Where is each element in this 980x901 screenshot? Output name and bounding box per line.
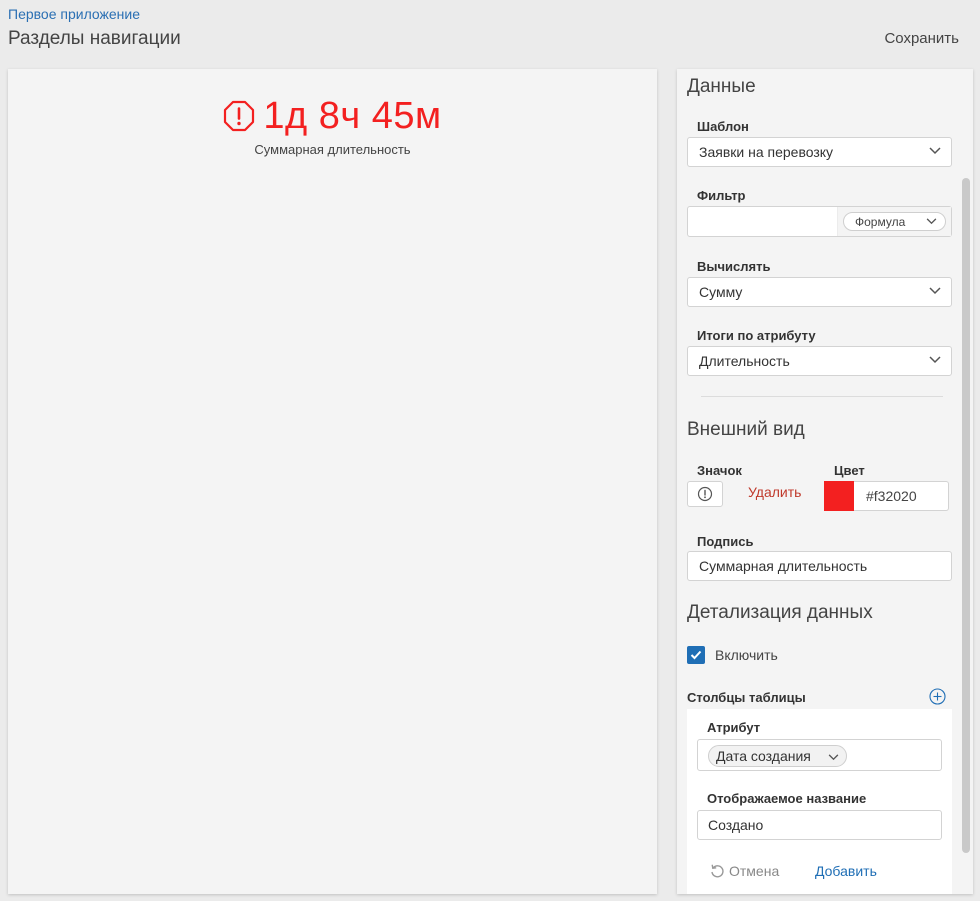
group-by-label: Итоги по атрибуту xyxy=(697,328,816,343)
filter-mode-area: Формула xyxy=(837,207,951,236)
attribute-select[interactable]: Дата создания xyxy=(697,739,942,771)
icon-picker-button[interactable] xyxy=(687,481,723,507)
color-swatch[interactable] xyxy=(824,481,854,511)
chevron-down-icon xyxy=(929,147,941,155)
section-title-drilldown: Детализация данных xyxy=(687,602,873,623)
group-by-select[interactable]: Длительность xyxy=(687,346,952,376)
display-name-label: Отображаемое название xyxy=(707,791,867,806)
panel-scrollbar[interactable] xyxy=(962,178,970,853)
caption-value: Суммарная длительность xyxy=(699,558,868,574)
page-title: Разделы навигации xyxy=(8,28,181,49)
exclamation-circle-icon xyxy=(697,486,713,502)
divider xyxy=(701,396,943,397)
attribute-label: Атрибут xyxy=(707,720,761,735)
cancel-button[interactable]: Отмена xyxy=(709,863,779,879)
attribute-value: Дата создания xyxy=(716,748,811,764)
icon-label: Значок xyxy=(697,463,742,478)
attribute-tag[interactable]: Дата создания xyxy=(708,745,847,767)
kpi-caption: Суммарная длительность xyxy=(254,142,411,157)
display-name-input[interactable]: Создано xyxy=(697,810,942,840)
add-column-button[interactable]: Добавить xyxy=(815,863,877,879)
settings-panel: Данные Шаблон Заявки на перевозку Фильтр… xyxy=(677,69,973,894)
section-title-data: Данные xyxy=(687,76,756,97)
section-title-appearance: Внешний вид xyxy=(687,419,805,440)
display-name-value: Создано xyxy=(708,817,764,833)
delete-icon-link[interactable]: Удалить xyxy=(748,484,801,500)
exclamation-octagon-icon xyxy=(224,100,255,132)
table-columns-label: Столбцы таблицы xyxy=(687,690,806,705)
enable-drilldown-label: Включить xyxy=(715,647,778,663)
template-label: Шаблон xyxy=(697,119,749,134)
template-select[interactable]: Заявки на перевозку xyxy=(687,137,952,167)
chevron-down-icon xyxy=(828,754,839,761)
check-icon xyxy=(690,650,702,660)
caption-label: Подпись xyxy=(697,534,754,549)
add-circle-icon[interactable] xyxy=(929,688,946,705)
widget-preview: 1д 8ч 45м Суммарная длительность xyxy=(8,69,657,894)
enable-drilldown-checkbox[interactable] xyxy=(687,646,705,664)
cancel-label: Отмена xyxy=(729,863,780,879)
color-value: #f32020 xyxy=(866,488,917,504)
filter-mode-value: Формула xyxy=(855,214,906,229)
kpi-display: 1д 8ч 45м xyxy=(8,95,657,137)
kpi-value: 1д 8ч 45м xyxy=(263,95,442,137)
save-button[interactable]: Сохранить xyxy=(884,30,959,47)
chevron-down-icon xyxy=(929,287,941,295)
filter-mode-select[interactable]: Формула xyxy=(843,212,946,231)
undo-icon xyxy=(711,864,724,878)
breadcrumb[interactable]: Первое приложение xyxy=(8,6,140,22)
chevron-down-icon xyxy=(926,218,937,225)
column-form: Атрибут Дата создания Отображаемое назва… xyxy=(687,709,952,894)
group-by-value: Длительность xyxy=(699,353,790,369)
compute-label: Вычислять xyxy=(697,259,771,274)
caption-input[interactable]: Суммарная длительность xyxy=(687,551,952,581)
filter-label: Фильтр xyxy=(697,188,746,203)
chevron-down-icon xyxy=(929,356,941,364)
filter-input[interactable]: Формула xyxy=(687,206,952,237)
color-input[interactable]: #f32020 xyxy=(854,481,949,511)
template-value: Заявки на перевозку xyxy=(699,144,834,160)
compute-value: Сумму xyxy=(699,284,743,300)
compute-select[interactable]: Сумму xyxy=(687,277,952,307)
color-label: Цвет xyxy=(834,463,865,478)
